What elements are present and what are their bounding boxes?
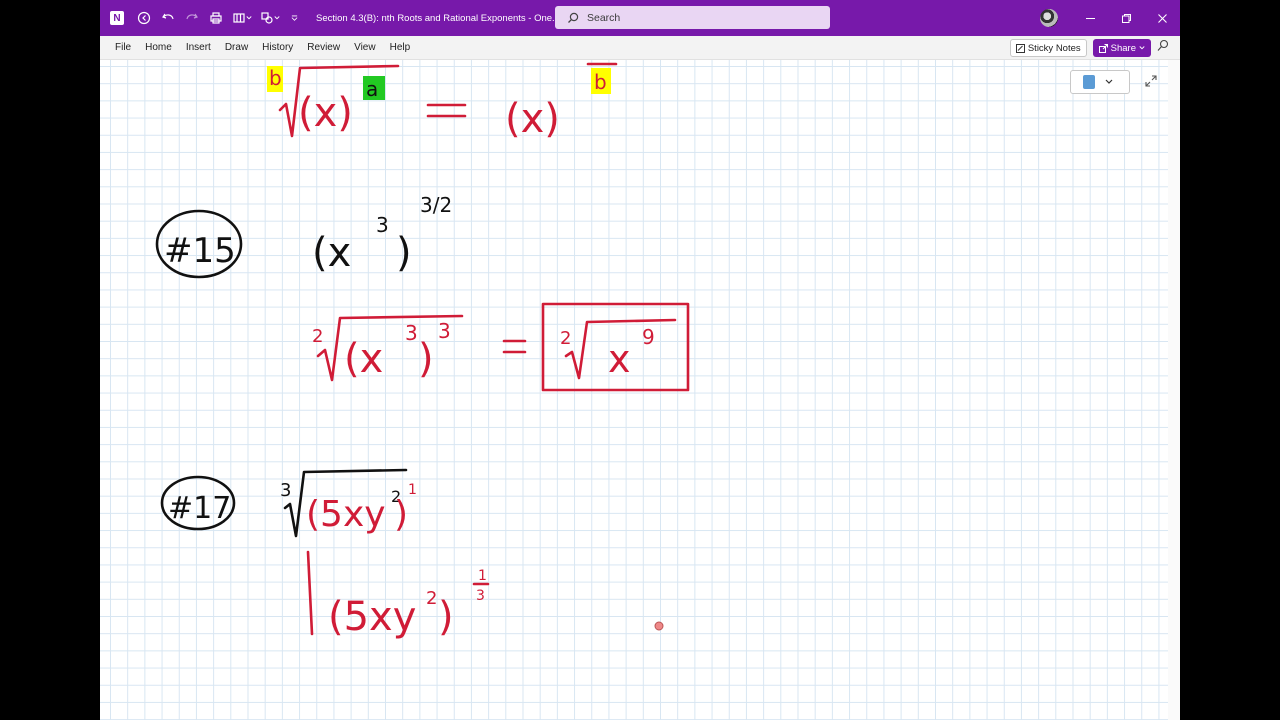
undo-icon[interactable]	[158, 0, 178, 36]
vertical-scrollbar[interactable]	[1168, 60, 1180, 720]
chevron-down-icon	[1139, 46, 1145, 50]
share-button[interactable]: Share	[1092, 39, 1151, 57]
expand-icon[interactable]	[1144, 74, 1158, 88]
window-controls	[1040, 0, 1180, 36]
menu-bar: File Home Insert Draw History Review Vie…	[100, 36, 1180, 60]
menu-home[interactable]: Home	[138, 36, 179, 60]
menu-history[interactable]: History	[255, 36, 300, 60]
restore-icon[interactable]	[1108, 0, 1144, 36]
onenote-window: N Section 4.3(B): nth Roots and Rational…	[100, 0, 1180, 720]
close-icon[interactable]	[1144, 0, 1180, 36]
document-title: Section 4.3(B): nth Roots and Rational E…	[316, 12, 560, 24]
menu-file[interactable]: File	[100, 36, 138, 60]
back-icon[interactable]	[134, 0, 154, 36]
menu-insert[interactable]: Insert	[179, 36, 218, 60]
customize-toolbar-icon[interactable]	[286, 0, 302, 36]
sticky-notes-button[interactable]: Sticky Notes	[1009, 39, 1087, 57]
minimize-icon[interactable]	[1072, 0, 1108, 36]
redo-icon[interactable]	[182, 0, 202, 36]
quick-access-toolbar: N Section 4.3(B): nth Roots and Rational…	[100, 0, 560, 36]
onenote-logo-icon: N	[110, 11, 124, 25]
search-icon	[568, 12, 579, 23]
print-icon[interactable]	[206, 0, 226, 36]
title-bar: N Section 4.3(B): nth Roots and Rational…	[100, 0, 1180, 36]
menu-view[interactable]: View	[347, 36, 383, 60]
notebook-icon	[1083, 75, 1095, 89]
share-icon	[1098, 43, 1108, 53]
search-input[interactable]: Search	[555, 6, 830, 29]
sticky-notes-label: Sticky Notes	[1027, 42, 1081, 54]
share-label: Share	[1110, 42, 1136, 54]
feedback-icon[interactable]	[1157, 39, 1170, 57]
sticky-notes-icon	[1015, 43, 1025, 53]
shapes-icon[interactable]	[258, 0, 282, 36]
menu-help[interactable]: Help	[383, 36, 418, 60]
search-placeholder: Search	[587, 11, 621, 24]
page-canvas[interactable]	[100, 60, 1168, 720]
notebook-navigation-button[interactable]	[1070, 70, 1130, 94]
avatar[interactable]	[1040, 9, 1058, 27]
menu-draw[interactable]: Draw	[218, 36, 255, 60]
menu-review[interactable]: Review	[300, 36, 347, 60]
chevron-down-icon	[1105, 79, 1113, 84]
menu-right-actions: Sticky Notes Share	[1009, 39, 1170, 57]
table-icon[interactable]	[230, 0, 254, 36]
